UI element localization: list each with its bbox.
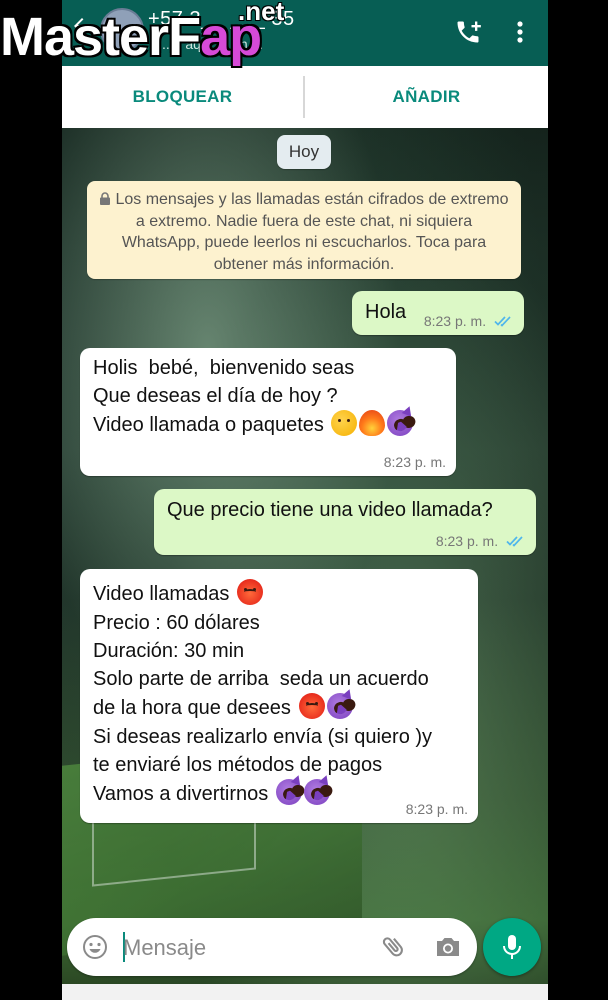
message-composer (67, 918, 477, 976)
devil-emoji-icon (303, 779, 330, 805)
message-line: Duración: 30 min (93, 640, 245, 662)
date-chip: Hoy (277, 135, 331, 169)
message-meta: 8:23 p. m. (436, 533, 526, 549)
lock-icon (99, 190, 111, 205)
message-line-with-emoji: Vamos a divertirnos (93, 779, 432, 809)
outgoing-message[interactable]: Hola 8:23 p. m. (352, 291, 524, 335)
devil-emoji-icon (275, 779, 302, 805)
message-line: de la hora que desees (93, 697, 291, 719)
back-arrow-icon[interactable] (70, 14, 94, 38)
message-meta: 8:23 p. m. (424, 313, 514, 329)
message-line: Si deseas realizarlo envía (si quiero )y (93, 726, 433, 748)
add-call-icon[interactable] (454, 18, 482, 46)
message-line-with-emoji: de la hora que desees (93, 693, 432, 723)
message-line: Video llamada o paquetes (93, 414, 324, 436)
message-line: Solo parte de arriba seda un acuerdo (93, 668, 429, 690)
message-line: Holis bebé, bienvenido seas (93, 357, 355, 379)
message-text: Hola (365, 301, 407, 323)
emoji-icon[interactable] (81, 933, 109, 961)
mic-icon (500, 933, 524, 961)
message-line-with-emoji: Video llamadas (93, 579, 432, 609)
message-input[interactable] (121, 931, 325, 965)
contact-name[interactable]: +57 3__ ___ 35 (148, 8, 295, 31)
message-time: 8:23 p. m. (405, 801, 468, 817)
camera-icon[interactable] (433, 933, 463, 961)
devil-emoji-icon (387, 410, 414, 436)
message-meta: 8:23 p. m. (384, 454, 446, 470)
devil-emoji-icon (326, 693, 353, 719)
fire-emoji-icon (359, 410, 386, 436)
message-line: Vamos a divertirnos (93, 783, 269, 805)
hot-face-emoji-icon (298, 693, 325, 719)
unknown-contact-actions: BLOQUEAR AÑADIR (62, 66, 548, 128)
message-meta: 8:23 p. m. (406, 801, 468, 817)
encryption-notice-text: Los mensajes y las llamadas están cifrad… (115, 191, 509, 273)
chat-header: +57 3__ ___ 35 ...e aquí ... en ... (62, 0, 548, 66)
message-time: 8:23 p. m. (423, 313, 487, 329)
read-ticks-icon (494, 314, 514, 327)
message-line: te enviaré los métodos de pagos (93, 754, 383, 776)
hot-face-emoji-icon (236, 579, 263, 605)
more-vert-icon[interactable] (510, 18, 530, 46)
message-line: Video llamadas (93, 583, 230, 605)
message-line: Precio : 60 dólares (93, 612, 260, 634)
incoming-message[interactable]: Video llamadas Precio : 60 dólares Durac… (80, 569, 478, 823)
message-line: Que deseas el día de hoy ? (93, 385, 338, 407)
message-time: 8:23 p. m. (383, 454, 446, 470)
kiss-emoji-icon (331, 410, 358, 436)
system-nav-bar (62, 984, 548, 1000)
chat-screen: +57 3__ ___ 35 ...e aquí ... en ... BLOQ… (62, 0, 548, 1000)
outgoing-message[interactable]: Que precio tiene una video llamada? 8:23… (154, 489, 536, 555)
message-text: Que precio tiene una video llamada? (167, 499, 493, 521)
read-ticks-icon (506, 534, 526, 547)
add-contact-button[interactable]: AÑADIR (305, 66, 548, 128)
voice-message-button[interactable] (483, 918, 541, 976)
contact-status: ...e aquí ... en ... (162, 36, 264, 52)
block-button[interactable]: BLOQUEAR (62, 66, 303, 128)
attach-icon[interactable] (380, 933, 408, 961)
message-time: 8:23 p. m. (435, 533, 499, 549)
avatar[interactable] (100, 8, 144, 52)
incoming-message[interactable]: Holis bebé, bienvenido seas Que deseas e… (80, 348, 456, 476)
message-line-with-emoji: Video llamada o paquetes (93, 410, 414, 442)
encryption-notice[interactable]: Los mensajes y las llamadas están cifrad… (87, 181, 521, 279)
